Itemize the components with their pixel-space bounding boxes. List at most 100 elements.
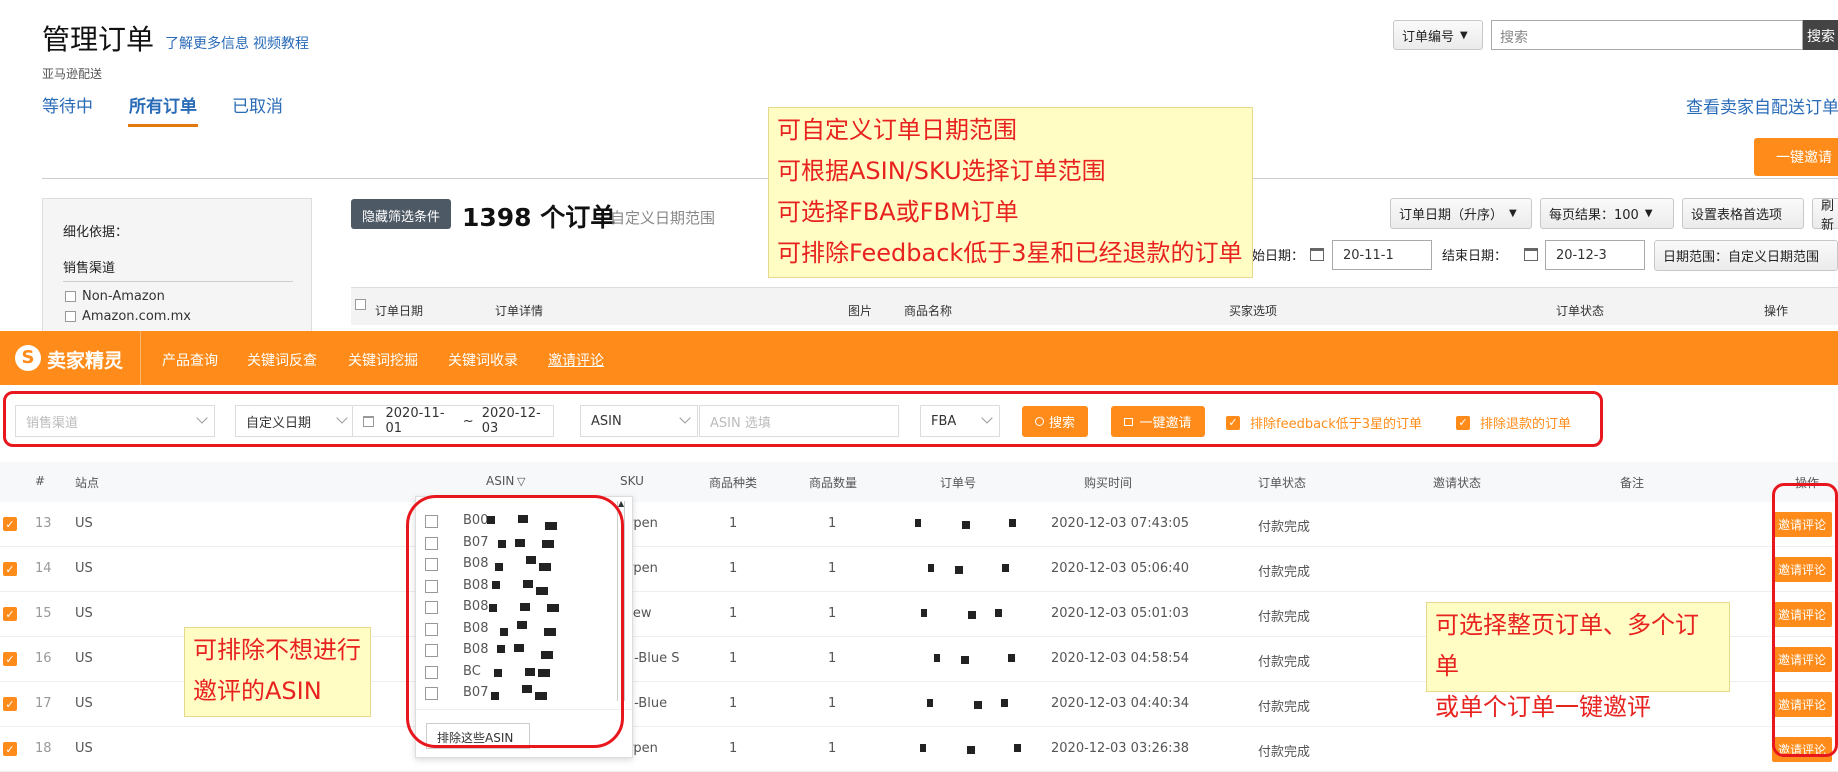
nav-invite-review[interactable]: 邀请评论 bbox=[548, 350, 604, 370]
checkbox[interactable] bbox=[65, 311, 76, 322]
row-checkbox[interactable]: ✓ bbox=[3, 697, 17, 711]
nav-product-query[interactable]: 产品查询 bbox=[162, 350, 218, 370]
plugin-table-header: # 站点 ASIN ▽ SKU 商品种类 商品数量 订单号 购买时间 订单状态 … bbox=[0, 462, 1838, 502]
row-qty: 1 bbox=[828, 561, 837, 576]
row-index: 16 bbox=[35, 651, 52, 666]
row-site: US bbox=[75, 516, 93, 531]
amazon-table-header: 订单日期 订单详情 图片 商品名称 买家选项 订单状态 操作 bbox=[351, 287, 1838, 325]
row-site: US bbox=[75, 696, 93, 711]
chevron-down-icon: ▼ bbox=[1460, 29, 1468, 41]
end-date-input[interactable]: 20-12-3 bbox=[1545, 240, 1645, 270]
order-count: 1398 个订单 bbox=[462, 203, 616, 232]
tab-active-underline bbox=[128, 124, 198, 127]
note-line: 可排除Feedback低于3星和已经退款的订单 bbox=[777, 239, 1243, 267]
per-page-label: 每页结果：100 bbox=[1549, 208, 1639, 223]
search-button[interactable]: 搜索 bbox=[1803, 20, 1838, 50]
col-buyer-options: 买家选项 bbox=[1229, 304, 1278, 318]
row-index: 17 bbox=[35, 696, 52, 711]
row-qty: 1 bbox=[828, 606, 837, 621]
tab-pending[interactable]: 等待中 bbox=[42, 92, 93, 117]
note-left: 可排除不想进行 邀评的ASIN bbox=[184, 627, 371, 717]
video-tutorial-link[interactable]: 视频教程 bbox=[253, 33, 309, 53]
row-kind: 1 bbox=[729, 741, 738, 756]
row-qty: 1 bbox=[828, 696, 837, 711]
nav-keyword-index[interactable]: 关键词收录 bbox=[448, 350, 518, 370]
refine-label: 细化依据： bbox=[63, 225, 129, 240]
refine-sidebar: 细化依据： 销售渠道 Non-Amazon Amazon.com.mx bbox=[42, 198, 312, 338]
logo-divider bbox=[140, 331, 141, 385]
tab-cancelled[interactable]: 已取消 bbox=[232, 92, 283, 117]
row-checkbox[interactable]: ✓ bbox=[3, 562, 17, 576]
search-input[interactable]: 搜索 bbox=[1491, 20, 1803, 50]
row-checkbox[interactable]: ✓ bbox=[3, 607, 17, 621]
refresh-button[interactable]: 刷新 bbox=[1812, 198, 1838, 233]
filter-icon[interactable]: ▽ bbox=[517, 475, 525, 488]
date-range-select[interactable]: 日期范围：自定义日期范围 bbox=[1654, 240, 1838, 271]
learn-more-link[interactable]: 了解更多信息 bbox=[165, 33, 249, 53]
seller-fulfilled-link[interactable]: 查看卖家自配送订单 bbox=[1686, 93, 1838, 118]
search-type-select[interactable]: 订单编号 ▼ bbox=[1393, 20, 1483, 50]
col-remark: 备注 bbox=[1620, 476, 1645, 490]
row-checkbox[interactable]: ✓ bbox=[3, 742, 17, 756]
hide-filter-button[interactable]: 隐藏筛选条件 bbox=[351, 199, 451, 229]
plugin-logo-text: 卖家精灵 bbox=[47, 350, 124, 372]
asin-highlight-box bbox=[406, 495, 624, 748]
col-qty: 商品数量 bbox=[809, 476, 858, 490]
sort-label: 订单日期（升序） bbox=[1399, 208, 1504, 223]
chevron-up-icon: ▲ bbox=[618, 499, 625, 508]
col-order-id: 订单号 bbox=[940, 476, 977, 490]
nav-keyword-reverse[interactable]: 关键词反查 bbox=[247, 350, 317, 370]
note-line: 可排除不想进行 bbox=[193, 636, 361, 664]
row-site: US bbox=[75, 561, 93, 576]
select-all-checkbox[interactable] bbox=[355, 299, 366, 310]
start-date-input[interactable]: 20-11-1 bbox=[1332, 240, 1432, 270]
option-label: Amazon.com.mx bbox=[82, 309, 191, 324]
col-image: 图片 bbox=[848, 304, 873, 318]
chevron-down-icon: ▼ bbox=[1644, 208, 1653, 219]
row-index: 18 bbox=[35, 741, 52, 756]
col-order-date: 订单日期 bbox=[375, 304, 424, 318]
per-page-select[interactable]: 每页结果：100 ▼ bbox=[1540, 198, 1674, 229]
table-row: ✓ 18 US erpen 1 1 2020-12-03 03:26:38 付款完成 邀请评论 bbox=[0, 727, 1838, 772]
nav-keyword-mining[interactable]: 关键词挖掘 bbox=[348, 350, 418, 370]
tab-all-orders[interactable]: 所有订单 bbox=[129, 92, 197, 117]
search-type-label: 订单编号 bbox=[1402, 29, 1455, 45]
row-qty: 1 bbox=[828, 741, 837, 756]
chevron-down-icon: ▼ bbox=[1509, 208, 1517, 219]
row-checkbox[interactable]: ✓ bbox=[3, 517, 17, 531]
note-line: 可选择整页订单、多个订单 bbox=[1435, 611, 1699, 680]
calendar-icon[interactable] bbox=[1310, 248, 1324, 261]
table-row: ✓ 13 US erpen 1 1 2020-12-03 07:43:05 付款完成 邀请评论 bbox=[0, 502, 1838, 547]
col-sku: SKU bbox=[620, 474, 644, 488]
col-actions: 操作 bbox=[1764, 304, 1789, 318]
col-purchase-time: 购买时间 bbox=[1084, 476, 1133, 490]
row-checkbox[interactable]: ✓ bbox=[3, 652, 17, 666]
calendar-icon[interactable] bbox=[1524, 248, 1538, 261]
table-preferences-button[interactable]: 设置表格首选项 bbox=[1682, 198, 1804, 229]
col-invite-status: 邀请状态 bbox=[1433, 476, 1482, 490]
row-qty: 1 bbox=[828, 651, 837, 666]
sales-channel-heading: 销售渠道 bbox=[63, 261, 116, 276]
row-kind: 1 bbox=[729, 606, 738, 621]
row-kind: 1 bbox=[729, 561, 738, 576]
one-click-invite-top[interactable]: 一键邀请 bbox=[1754, 138, 1838, 176]
row-status: 付款完成 bbox=[1258, 655, 1311, 670]
redacted-order-id bbox=[905, 609, 1025, 619]
row-status: 付款完成 bbox=[1258, 520, 1311, 535]
note-line: 可选择FBA或FBM订单 bbox=[777, 198, 1019, 226]
end-date-label: 结束日期： bbox=[1442, 249, 1508, 264]
order-tabs: 等待中 所有订单 已取消 bbox=[42, 92, 362, 132]
invite-column-highlight-box bbox=[1772, 483, 1838, 757]
channel-option-amazon-mx[interactable]: Amazon.com.mx bbox=[65, 309, 191, 324]
checkbox[interactable] bbox=[65, 291, 76, 302]
sidebar-divider bbox=[63, 281, 293, 282]
redacted-order-id bbox=[905, 699, 1025, 709]
fulfillment-subtitle: 亚马逊配送 bbox=[42, 67, 103, 81]
sort-select[interactable]: 订单日期（升序） ▼ bbox=[1390, 198, 1532, 229]
row-index: 14 bbox=[35, 561, 52, 576]
redacted-order-id bbox=[905, 654, 1025, 664]
col-product-name: 商品名称 bbox=[904, 304, 953, 318]
row-status: 付款完成 bbox=[1258, 610, 1311, 625]
col-order-status: 订单状态 bbox=[1258, 476, 1307, 490]
channel-option-non-amazon[interactable]: Non-Amazon bbox=[65, 289, 165, 304]
